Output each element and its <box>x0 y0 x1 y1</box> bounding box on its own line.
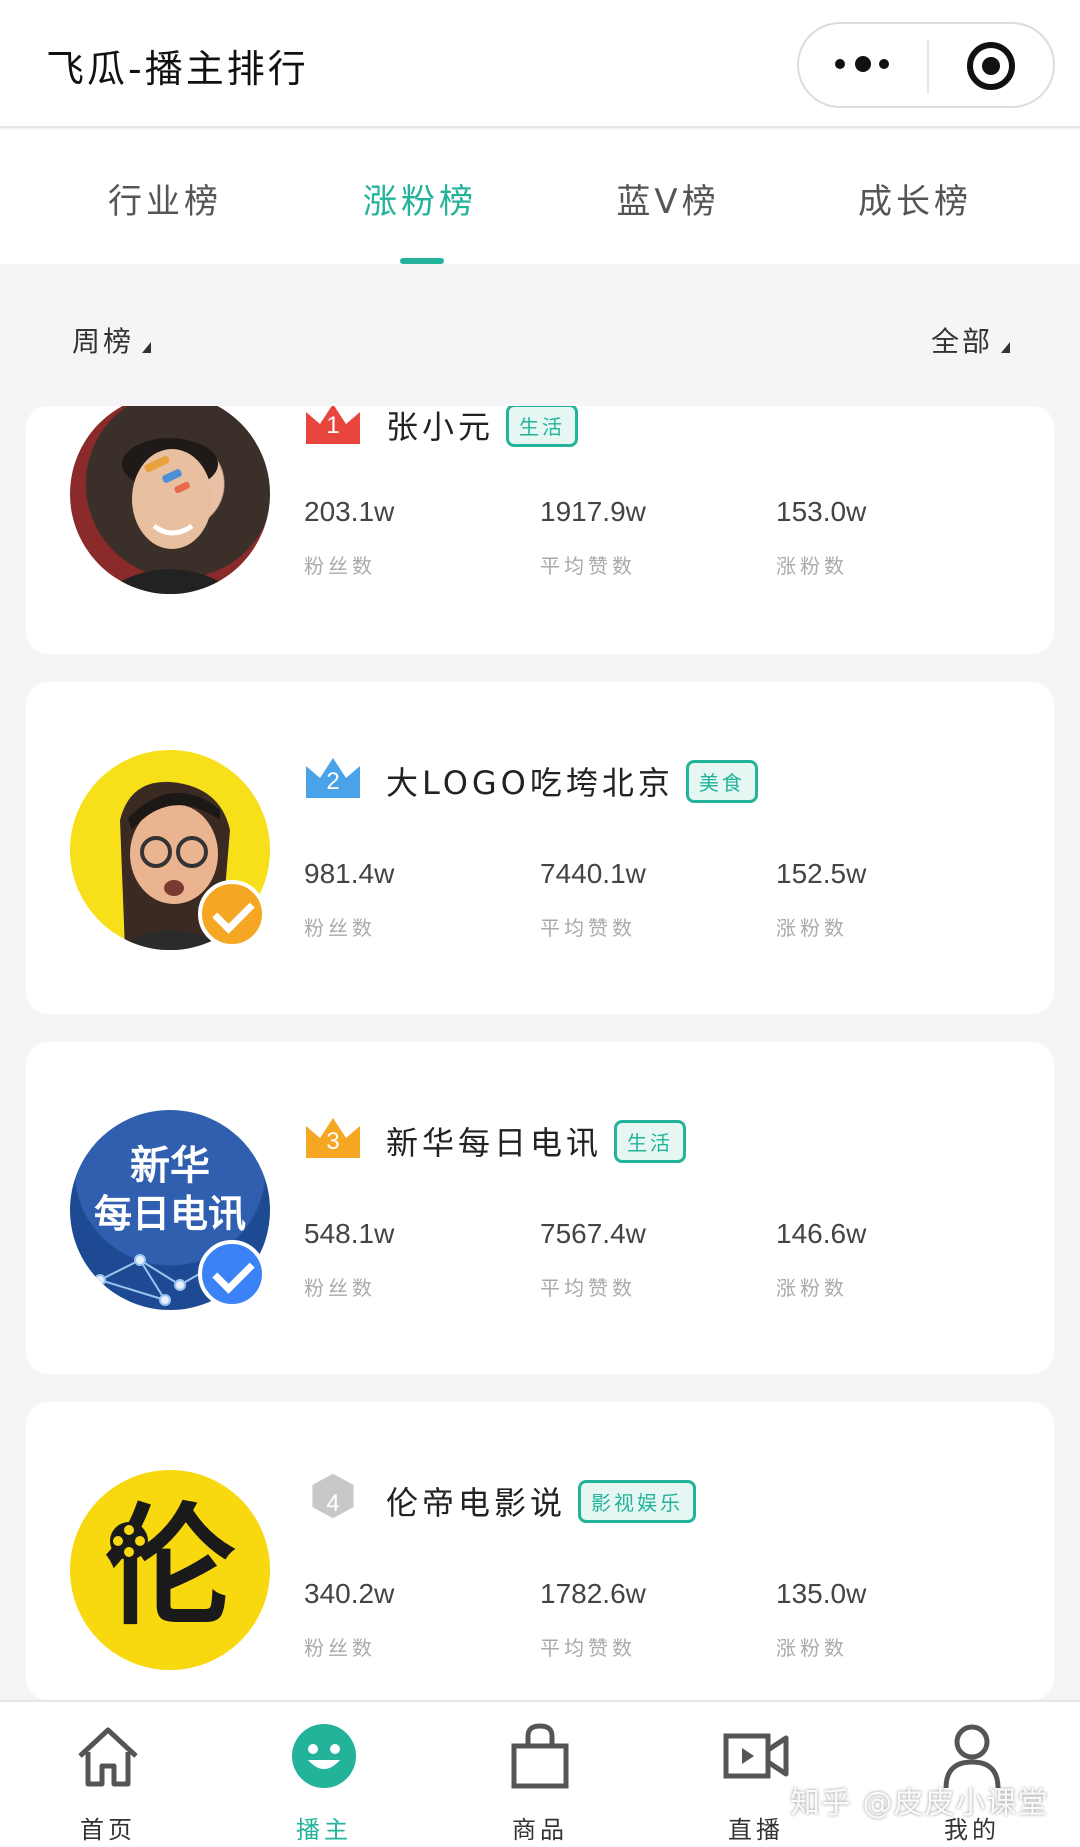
streamer-name-text: 伦帝电影说 <box>386 1484 567 1522</box>
category-tag: 影视娱乐 <box>578 1480 697 1523</box>
category-tag: 美食 <box>685 760 758 803</box>
fans-label: 粉丝数 <box>304 554 376 578</box>
nav-item-home[interactable]: 首页 <box>38 1702 178 1847</box>
film-reel-icon <box>110 1522 148 1560</box>
fans-value: 340.2w <box>304 1578 395 1609</box>
category-filter[interactable]: 全部 <box>931 320 1010 360</box>
fans-stat: 548.1w 粉丝数 <box>304 1218 484 1301</box>
nav-label: 商品 <box>512 1816 568 1844</box>
growth-label: 涨粉数 <box>776 1636 848 1660</box>
tab-blue-v[interactable]: 蓝V榜 <box>568 174 768 223</box>
verified-badge-icon <box>198 1240 266 1308</box>
tab-fans-growth[interactable]: 涨粉榜 <box>320 174 520 223</box>
dropdown-triangle-icon <box>1001 342 1010 353</box>
growth-stat: 146.6w 涨粉数 <box>776 1218 956 1301</box>
fans-stat: 981.4w 粉丝数 <box>304 858 484 941</box>
avatar <box>70 406 270 594</box>
likes-stat: 7440.1w 平均赞数 <box>540 858 720 941</box>
streamer-name-text: 新华每日电讯 <box>386 1124 603 1162</box>
category-filter-label: 全部 <box>930 325 993 358</box>
avatar: 伦 <box>70 1470 270 1670</box>
category-tag: 生活 <box>506 406 579 447</box>
likes-stat: 7567.4w 平均赞数 <box>540 1218 720 1301</box>
verified-badge-icon <box>198 880 266 948</box>
nav-item-products[interactable]: 商品 <box>470 1702 610 1847</box>
growth-stat: 152.5w 涨粉数 <box>776 858 956 941</box>
avatar-logo-line: 新华 <box>130 1143 210 1189</box>
ranking-tabs: 行业榜 涨粉榜 蓝V榜 成长榜 <box>0 130 1080 264</box>
fans-label: 粉丝数 <box>304 1276 376 1300</box>
watermark: 知乎 @皮皮小课堂 <box>790 1786 1049 1821</box>
fans-stat: 203.1w 粉丝数 <box>304 496 484 579</box>
avatar-logo-text: 伦 <box>104 1491 235 1643</box>
streamer-name-text: 大LOGO吃垮北京 <box>386 764 674 802</box>
dropdown-triangle-icon <box>142 342 152 353</box>
fans-value: 203.1w <box>304 496 395 527</box>
nav-item-live[interactable]: 直播 <box>686 1702 826 1847</box>
nav-label: 播主 <box>296 1816 352 1844</box>
more-icon[interactable] <box>833 54 893 78</box>
avatar-logo-line: 每日电讯 <box>93 1192 246 1236</box>
streamer-name[interactable]: 张小元 生活 <box>386 406 579 448</box>
likes-label: 平均赞数 <box>540 916 636 940</box>
nav-label: 首页 <box>80 1816 136 1844</box>
ranking-card[interactable]: 伦 4 伦帝电影说 影视娱乐 340.2w 粉丝数 1782.6w 平均赞数 13… <box>26 1402 1054 1700</box>
fans-value: 981.4w <box>304 858 395 889</box>
rank-number: 1 <box>326 412 340 439</box>
tab-indicator <box>400 258 444 264</box>
streamer-name-text: 张小元 <box>386 408 495 446</box>
period-filter[interactable]: 周榜 <box>72 320 152 360</box>
growth-label: 涨粉数 <box>776 1276 848 1300</box>
streamer-name[interactable]: 伦帝电影说 影视娱乐 <box>386 1478 697 1524</box>
smiley-icon <box>292 1724 356 1788</box>
avatar-logo-text: 新华 每日电讯 <box>70 1142 270 1238</box>
ranking-card[interactable]: 1 张小元 生活 203.1w 粉丝数 1917.9w 平均赞数 153.0w 涨… <box>26 406 1054 654</box>
likes-value: 1782.6w <box>540 1578 646 1609</box>
bag-icon <box>511 1723 569 1789</box>
likes-value: 1917.9w <box>540 496 646 527</box>
home-icon <box>78 1727 138 1787</box>
capsule-divider <box>927 40 929 94</box>
growth-stat: 153.0w 涨粉数 <box>776 496 956 579</box>
page-title: 飞瓜-播主排行 <box>46 47 309 91</box>
mini-program-capsule <box>797 22 1055 108</box>
tab-growth[interactable]: 成长榜 <box>815 174 1015 223</box>
rank-number: 2 <box>326 768 340 795</box>
streamer-name[interactable]: 新华每日电讯 生活 <box>386 1118 687 1164</box>
bottom-nav: 首页 播主 商品 直播 我的 <box>0 1700 1080 1847</box>
ranking-card[interactable]: 2 大LOGO吃垮北京 美食 981.4w 粉丝数 7440.1w 平均赞数 15… <box>26 682 1054 1014</box>
growth-label: 涨粉数 <box>776 554 848 578</box>
growth-value: 152.5w <box>776 858 867 889</box>
period-filter-label: 周榜 <box>72 325 135 358</box>
close-target-icon[interactable] <box>967 42 1015 90</box>
fans-value: 548.1w <box>304 1218 395 1249</box>
likes-label: 平均赞数 <box>540 1636 636 1660</box>
streamer-name[interactable]: 大LOGO吃垮北京 美食 <box>386 758 758 804</box>
likes-stat: 1917.9w 平均赞数 <box>540 496 720 579</box>
nav-item-streamers[interactable]: 播主 <box>254 1702 394 1847</box>
video-camera-icon <box>723 1733 789 1779</box>
ranking-card[interactable]: 新华 每日电讯 3 新华每日电讯 生活 548.1w 粉丝数 7567.4w 平均… <box>26 1042 1054 1374</box>
likes-value: 7567.4w <box>540 1218 646 1249</box>
growth-value: 146.6w <box>776 1218 867 1249</box>
tab-industry[interactable]: 行业榜 <box>65 174 265 223</box>
likes-label: 平均赞数 <box>540 1276 636 1300</box>
growth-label: 涨粉数 <box>776 916 848 940</box>
likes-label: 平均赞数 <box>540 554 636 578</box>
fans-label: 粉丝数 <box>304 1636 376 1660</box>
category-tag: 生活 <box>614 1120 687 1163</box>
rank-number: 4 <box>326 1490 340 1517</box>
growth-stat: 135.0w 涨粉数 <box>776 1578 956 1661</box>
fans-label: 粉丝数 <box>304 916 376 940</box>
rank-number: 3 <box>326 1128 340 1155</box>
fans-stat: 340.2w 粉丝数 <box>304 1578 484 1661</box>
nav-item-me[interactable]: 我的 <box>902 1702 1042 1847</box>
avatar-portrait <box>100 438 240 594</box>
likes-stat: 1782.6w 平均赞数 <box>540 1578 720 1661</box>
likes-value: 7440.1w <box>540 858 646 889</box>
growth-value: 153.0w <box>776 496 867 527</box>
title-bar: 飞瓜-播主排行 <box>0 0 1080 128</box>
growth-value: 135.0w <box>776 1578 867 1609</box>
filter-bar: 周榜 全部 <box>0 290 1080 386</box>
